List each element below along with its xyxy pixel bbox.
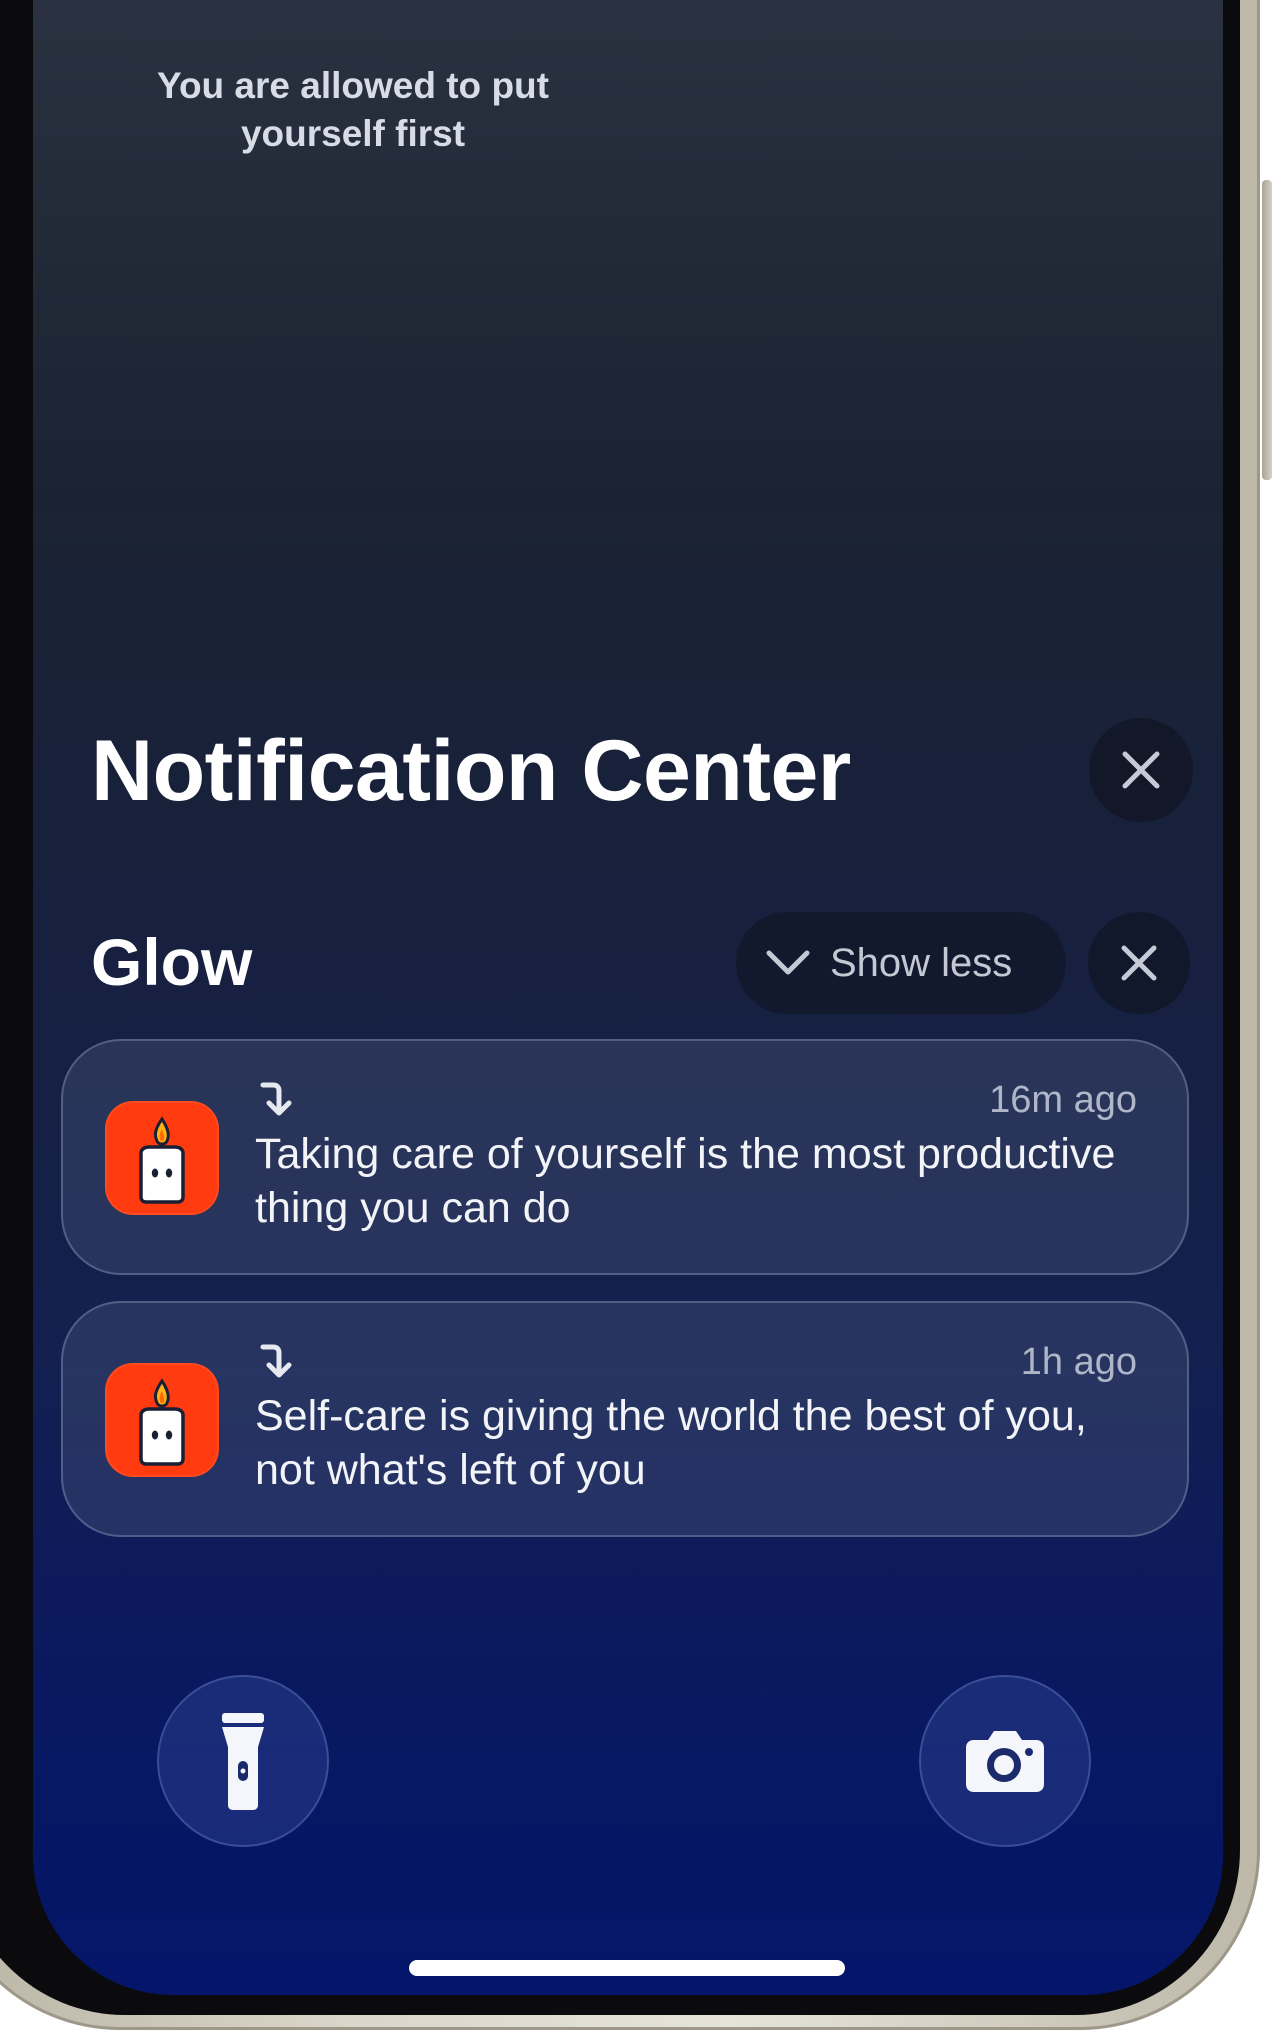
- notification-body: Self-care is giving the world the best o…: [255, 1392, 1087, 1494]
- group-app-name: Glow: [91, 925, 253, 999]
- redirect-arrow-icon: [260, 1344, 292, 1378]
- flashlight-button[interactable]: [157, 1675, 329, 1847]
- show-less-button[interactable]: Show less: [736, 912, 1066, 1014]
- chevron-down-icon: [766, 950, 810, 975]
- clear-group-button[interactable]: [1088, 912, 1190, 1014]
- notification-center-title: Notification Center: [91, 723, 851, 819]
- clear-all-button[interactable]: [1089, 718, 1193, 822]
- notification-card[interactable]: 1h ago Self-care is giving the world the…: [61, 1301, 1189, 1537]
- show-less-label: Show less: [830, 940, 1013, 985]
- page: You are allowed to put yourself first No…: [0, 0, 1272, 2035]
- lock-screen-quote: You are allowed to put yourself first: [157, 65, 549, 154]
- flashlight-icon: [222, 1713, 264, 1810]
- camera-button[interactable]: [919, 1675, 1091, 1847]
- candle-icon: [105, 1363, 219, 1477]
- candle-icon: [105, 1101, 219, 1215]
- notification-card[interactable]: 16m ago Taking care of yourself is the m…: [61, 1039, 1189, 1275]
- close-icon: [1121, 945, 1157, 981]
- close-icon: [1122, 751, 1160, 789]
- lock-screen: You are allowed to put yourself first No…: [33, 0, 1223, 1995]
- home-indicator[interactable]: [409, 1960, 845, 1976]
- camera-icon: [966, 1731, 1044, 1792]
- side-button: [1262, 180, 1272, 480]
- redirect-arrow-icon: [260, 1082, 292, 1116]
- notification-time: 1h ago: [1020, 1341, 1137, 1383]
- notification-time: 16m ago: [989, 1079, 1137, 1121]
- notification-body: Taking care of yourself is the most prod…: [255, 1130, 1116, 1232]
